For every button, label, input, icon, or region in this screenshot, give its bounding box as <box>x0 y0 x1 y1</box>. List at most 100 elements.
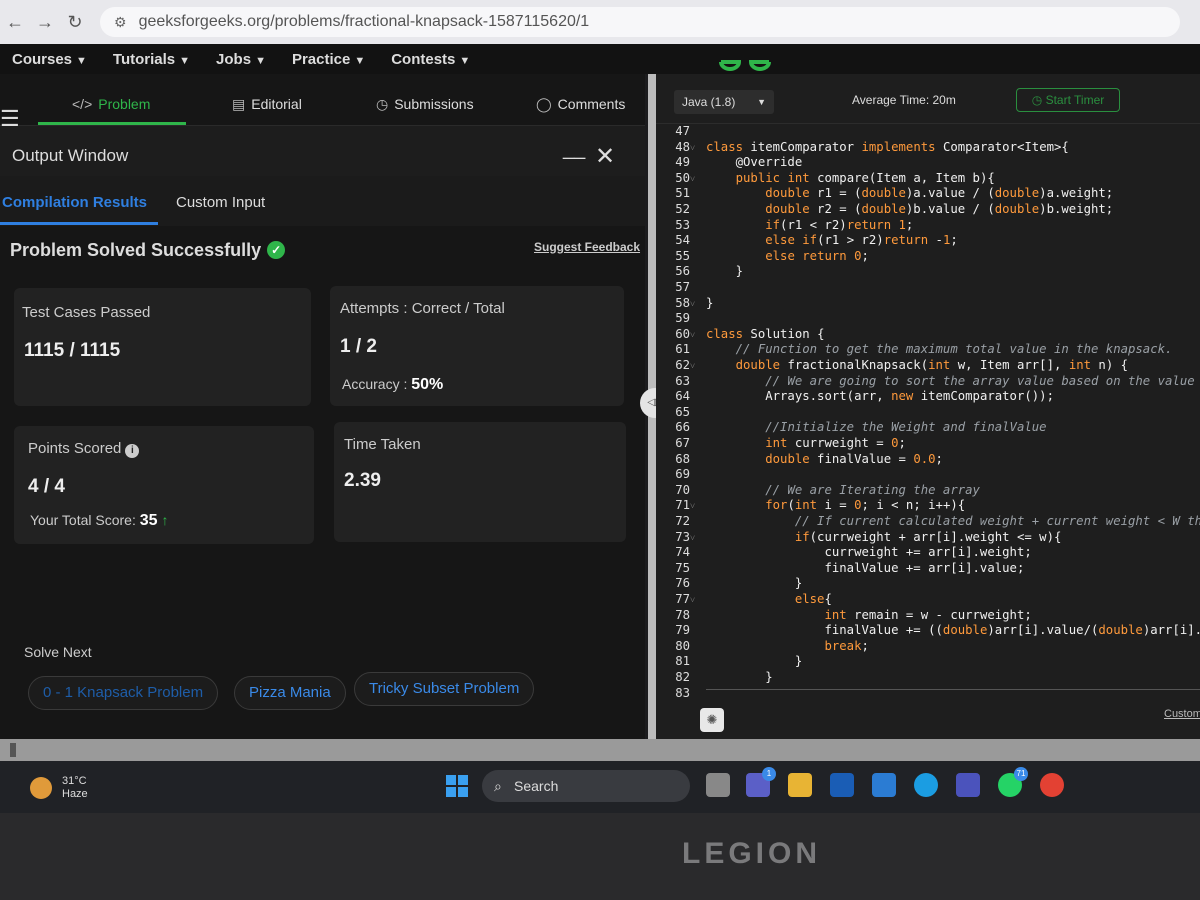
language-select[interactable]: Java (1.8) ▼ <box>674 90 774 114</box>
file-explorer-icon[interactable] <box>788 773 812 797</box>
code-line[interactable]: 52 double r2 = (double)b.value / (double… <box>656 202 1200 218</box>
code-line[interactable]: 81 } <box>656 654 1200 670</box>
code-line[interactable]: 68 double finalValue = 0.0; <box>656 452 1200 468</box>
code-line[interactable]: 69 <box>656 467 1200 483</box>
nav-jobs[interactable]: Jobs ▼ <box>216 51 266 68</box>
tab-custom-input[interactable]: Custom Input <box>176 194 265 211</box>
problem-tabs: ☰ </> Problem ▤ Editorial ◷ Submissions ◯ Co… <box>0 74 645 131</box>
code-line[interactable]: 70 // We are Iterating the array <box>656 483 1200 499</box>
code-line[interactable]: 64 Arrays.sort(arr, new itemComparator()… <box>656 389 1200 405</box>
code-line[interactable]: 73˅ if(currweight + arr[i].weight <= w){ <box>656 530 1200 546</box>
address-bar[interactable]: ⚙ geeksforgeeks.org/problems/fractional-… <box>100 7 1180 37</box>
back-icon[interactable]: ← <box>0 12 30 33</box>
code-text: finalValue += arr[i].value; <box>706 560 1025 575</box>
code-line[interactable]: 60˅ class Solution { <box>656 327 1200 343</box>
whatsapp-icon[interactable]: 71 <box>998 767 1028 797</box>
code-line[interactable]: 72 // If current calculated weight + cur… <box>656 514 1200 530</box>
code-line[interactable]: 47 <box>656 124 1200 140</box>
custom-input-link[interactable]: Custom <box>1164 708 1200 720</box>
line-number: 69 <box>675 467 690 482</box>
attempts-card: Attempts : Correct / Total 1 / 2 Accurac… <box>330 286 624 406</box>
code-line[interactable]: 78 int remain = w - currweight; <box>656 608 1200 624</box>
minimize-icon[interactable]: __ <box>563 138 585 161</box>
reload-icon[interactable]: ↻ <box>60 12 90 33</box>
code-text: currweight += arr[i].weight; <box>706 545 1032 560</box>
code-line[interactable]: 76 } <box>656 576 1200 592</box>
line-number: 82 <box>675 670 690 684</box>
code-line[interactable]: 53 if(r1 < r2)return 1; <box>656 218 1200 234</box>
nav-practice[interactable]: Practice ▼ <box>292 51 365 68</box>
close-icon[interactable]: ✕ <box>595 142 615 171</box>
code-icon: </> <box>72 96 93 112</box>
code-line[interactable]: 77˅ else{ <box>656 592 1200 608</box>
line-number: 60 <box>675 326 690 341</box>
browser-toolbar: ← → ↻ ⚙ geeksforgeeks.org/problems/fract… <box>0 0 1200 44</box>
code-line[interactable]: 74 currweight += arr[i].weight; <box>656 545 1200 561</box>
task-view-icon[interactable] <box>706 773 730 797</box>
tab-compilation-results[interactable]: Compilation Results <box>2 194 147 211</box>
tab-editorial[interactable]: ▤ Editorial <box>232 96 302 113</box>
code-line[interactable]: 62˅ double fractionalKnapsack(int w, Ite… <box>656 358 1200 374</box>
forward-icon[interactable]: → <box>30 12 60 33</box>
output-window-title: Output Window <box>12 146 129 165</box>
attempts-label: Attempts : Correct / Total <box>340 300 505 317</box>
nav-courses[interactable]: Courses ▼ <box>12 51 87 68</box>
comment-icon: ◯ <box>536 96 552 112</box>
chrome-icon[interactable] <box>1040 773 1064 797</box>
tab-comments[interactable]: ◯ Comments <box>536 96 625 113</box>
gfg-logo-icon[interactable] <box>715 46 775 72</box>
teams-icon[interactable]: 1 <box>746 767 776 797</box>
app-l-icon[interactable] <box>830 773 854 797</box>
mail-icon[interactable] <box>872 773 896 797</box>
code-line[interactable]: 83 <box>656 686 1200 702</box>
code-line[interactable]: 56 } <box>656 264 1200 280</box>
code-line[interactable]: 57 <box>656 280 1200 296</box>
code-line[interactable]: 50˅ public int compare(Item a, Item b){ <box>656 171 1200 187</box>
start-timer-button[interactable]: ◷ Start Timer <box>1016 88 1120 112</box>
edge-icon[interactable] <box>914 773 938 797</box>
line-number: 57 <box>675 280 690 294</box>
horizontal-scrollbar[interactable] <box>0 739 1200 761</box>
line-number: 65 <box>675 404 690 419</box>
code-line[interactable]: 79 finalValue += ((double)arr[i].value/(… <box>656 623 1200 639</box>
code-text: } <box>706 670 773 684</box>
code-line[interactable]: 49 @Override <box>656 155 1200 171</box>
solve-next-item[interactable]: 0 - 1 Knapsack Problem <box>28 676 219 710</box>
code-line[interactable]: 61 // Function to get the maximum total … <box>656 342 1200 358</box>
line-number: 51 <box>675 186 690 201</box>
tab-submissions[interactable]: ◷ Submissions <box>376 96 474 113</box>
nav-tutorials[interactable]: Tutorials ▼ <box>113 51 190 68</box>
solve-next-item[interactable]: Pizza Mania <box>234 676 346 710</box>
code-line[interactable]: 66 //Initialize the Weight and finalValu… <box>656 420 1200 436</box>
code-line[interactable]: 55 else return 0; <box>656 249 1200 265</box>
code-line[interactable]: 59 <box>656 311 1200 327</box>
code-line[interactable]: 82 } <box>656 670 1200 686</box>
info-icon[interactable]: i <box>125 444 140 458</box>
scrollbar-thumb[interactable] <box>10 743 16 757</box>
code-line[interactable]: 58˅} <box>656 296 1200 312</box>
accuracy-value: 50% <box>411 376 444 393</box>
code-editor[interactable]: 47 48˅ class itemComparator implements Com… <box>656 124 1200 704</box>
solve-next-item[interactable]: Tricky Subset Problem <box>354 672 535 706</box>
code-line[interactable]: 63 // We are going to sort the array val… <box>656 374 1200 390</box>
nav-contests[interactable]: Contests ▼ <box>391 51 470 68</box>
taskbar-search[interactable]: ⌕ Search <box>482 770 690 802</box>
code-line[interactable]: 65 <box>656 405 1200 421</box>
total-score-row: Your Total Score: 35 ↑ <box>30 512 169 529</box>
teams-work-icon[interactable] <box>956 773 980 797</box>
code-line[interactable]: 67 int currweight = 0; <box>656 436 1200 452</box>
active-result-tab-indicator <box>0 222 158 225</box>
code-line[interactable]: 54 else if(r1 > r2)return -1; <box>656 233 1200 249</box>
code-line[interactable]: 71˅ for(int i = 0; i < n; i++){ <box>656 498 1200 514</box>
code-line[interactable]: 48˅ class itemComparator implements Compa… <box>656 140 1200 156</box>
suggest-feedback-link[interactable]: Suggest Feedback <box>534 240 640 254</box>
code-line[interactable]: 51 double r1 = (double)a.value / (double… <box>656 186 1200 202</box>
code-line[interactable]: 80 break; <box>656 639 1200 655</box>
lightbulb-icon[interactable]: ✺ <box>700 708 724 732</box>
windows-start-icon[interactable] <box>446 775 468 797</box>
notification-badge: 71 <box>1014 767 1028 781</box>
code-line[interactable]: 75 finalValue += arr[i].value; <box>656 561 1200 577</box>
chevron-down-icon: ▼ <box>459 54 471 67</box>
tab-problem[interactable]: </> Problem <box>72 96 150 112</box>
site-settings-icon[interactable]: ⚙ <box>114 14 127 31</box>
